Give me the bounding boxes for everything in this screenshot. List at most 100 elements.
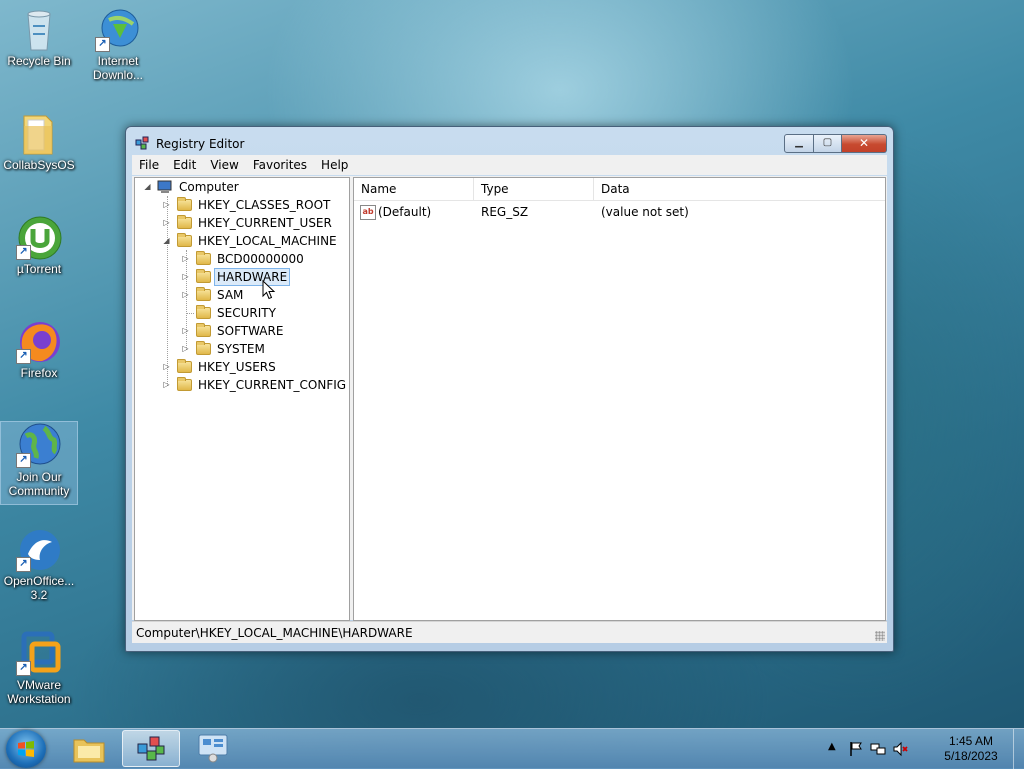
- show-hidden-icons-icon[interactable]: ▲: [828, 741, 844, 757]
- expand-arrow-icon[interactable]: ▷: [162, 214, 171, 232]
- shortcut-arrow-icon: ↗: [16, 661, 31, 676]
- folder-icon: [177, 197, 192, 211]
- value-name: (Default): [378, 205, 432, 219]
- network-icon[interactable]: [870, 741, 886, 757]
- tree-node-software[interactable]: ▷ SOFTWARE: [135, 322, 349, 340]
- desktop-icon-label: Join Our Community: [8, 470, 70, 498]
- tree-node-hkey-current-user[interactable]: ▷ HKEY_CURRENT_USER: [135, 214, 349, 232]
- tree-node-label: HKEY_USERS: [198, 360, 276, 374]
- registry-editor-icon: [135, 135, 151, 151]
- registry-editor-icon: [137, 736, 165, 761]
- tree-node-label: SOFTWARE: [217, 324, 284, 338]
- tree-node-label: Computer: [179, 180, 239, 194]
- folder-icon: [16, 110, 62, 156]
- folder-icon: [177, 359, 192, 373]
- registry-tree[interactable]: ◢ Computer ▷ HKEY_CLASSES_ROOT ▷ HKEY_CU…: [134, 177, 350, 621]
- menu-favorites[interactable]: Favorites: [246, 158, 314, 172]
- show-desktop-button[interactable]: [1013, 729, 1024, 769]
- value-data: (value not set): [601, 205, 689, 219]
- folder-open-icon: [177, 233, 192, 247]
- expand-arrow-icon[interactable]: ▷: [181, 340, 190, 358]
- status-path: Computer\HKEY_LOCAL_MACHINE\HARDWARE: [136, 626, 413, 640]
- internet-download-manager-icon: ↗: [95, 6, 141, 52]
- expand-arrow-icon[interactable]: ▷: [181, 322, 190, 340]
- clock-date: 5/18/2023: [944, 749, 998, 763]
- tree-node-label: SECURITY: [217, 306, 276, 320]
- folder-icon: [196, 251, 211, 265]
- desktop-icon-join-our-community[interactable]: ↗ Join Our Community: [0, 421, 78, 505]
- volume-muted-icon[interactable]: [892, 741, 908, 757]
- tree-node-sam[interactable]: ▷ SAM: [135, 286, 349, 304]
- desktop-icon-openoffice[interactable]: ↗ OpenOffice... 3.2: [1, 526, 77, 602]
- start-button[interactable]: [6, 730, 46, 768]
- column-header-data[interactable]: Data: [594, 178, 884, 200]
- taskbar-registry-editor-button[interactable]: [122, 730, 180, 767]
- expand-arrow-icon[interactable]: ▷: [162, 376, 171, 394]
- vmware-icon: ↗: [16, 630, 62, 676]
- column-header-name[interactable]: Name: [354, 178, 474, 200]
- clock-time: 1:45 AM: [948, 734, 994, 748]
- registry-editor-window: Registry Editor ▁ ▢ ✕ File Edit View Fav…: [125, 126, 894, 652]
- tree-node-label: SYSTEM: [217, 342, 265, 356]
- tree-node-hkey-current-config[interactable]: ▷ HKEY_CURRENT_CONFIG: [135, 376, 349, 394]
- status-bar: Computer\HKEY_LOCAL_MACHINE\HARDWARE: [132, 621, 887, 643]
- tree-node-security[interactable]: SECURITY: [135, 304, 349, 322]
- menu-file[interactable]: File: [132, 158, 166, 172]
- menu-view[interactable]: View: [203, 158, 245, 172]
- expand-arrow-icon[interactable]: ▷: [181, 268, 190, 286]
- system-tray: ▲ 1:45 AM 5/18/2023: [826, 729, 1016, 769]
- collapse-arrow-icon[interactable]: ◢: [162, 232, 171, 250]
- client-area: ◢ Computer ▷ HKEY_CLASSES_ROOT ▷ HKEY_CU…: [132, 176, 887, 621]
- tree-node-hardware[interactable]: ▷ HARDWARE: [135, 268, 349, 286]
- openoffice-icon: ↗: [16, 526, 62, 572]
- folder-icon: [73, 739, 105, 763]
- action-center-flag-icon[interactable]: [848, 741, 864, 757]
- expand-arrow-icon[interactable]: ▷: [181, 250, 190, 268]
- menu-edit[interactable]: Edit: [166, 158, 203, 172]
- tree-node-hkey-users[interactable]: ▷ HKEY_USERS: [135, 358, 349, 376]
- desktop-icon-label: Internet Downlo...: [92, 54, 144, 82]
- tree-node-label: HKEY_CURRENT_CONFIG: [198, 378, 347, 392]
- tree-node-system[interactable]: ▷ SYSTEM: [135, 340, 349, 358]
- collapse-arrow-icon[interactable]: ◢: [143, 178, 152, 196]
- tree-node-hkey-classes-root[interactable]: ▷ HKEY_CLASSES_ROOT: [135, 196, 349, 214]
- desktop-icon-utorrent[interactable]: ↗ µTorrent: [1, 214, 77, 276]
- desktop-icon-internet-download-manager[interactable]: ↗ Internet Downlo...: [80, 6, 156, 82]
- folder-icon: [196, 305, 211, 319]
- column-header-type[interactable]: Type: [474, 178, 594, 200]
- tree-node-computer[interactable]: ◢ Computer: [135, 178, 349, 196]
- close-button[interactable]: ✕: [842, 134, 887, 153]
- tree-node-label: HKEY_CLASSES_ROOT: [198, 198, 331, 212]
- desktop-icon-label: CollabSysOS: [3, 158, 75, 172]
- minimize-button[interactable]: ▁: [784, 134, 814, 153]
- desktop-icon-label: µTorrent: [16, 262, 62, 276]
- shortcut-arrow-icon: ↗: [16, 349, 31, 364]
- menu-bar: File Edit View Favorites Help: [132, 155, 887, 175]
- folder-icon: [196, 341, 211, 355]
- taskbar-control-panel-button[interactable]: [184, 730, 242, 767]
- desktop-icon-label: OpenOffice... 3.2: [3, 574, 75, 602]
- tree-node-hkey-local-machine[interactable]: ◢ HKEY_LOCAL_MACHINE: [135, 232, 349, 250]
- expand-arrow-icon[interactable]: ▷: [181, 286, 190, 304]
- desktop-icon-collabsysos[interactable]: CollabSysOS: [1, 110, 77, 172]
- tree-node-label: BCD00000000: [217, 252, 304, 266]
- taskbar-explorer-button[interactable]: [60, 730, 118, 767]
- table-row[interactable]: ab (Default) REG_SZ (value not set): [354, 202, 885, 222]
- tree-node-label: SAM: [217, 288, 244, 302]
- folder-icon: [196, 269, 211, 283]
- maximize-button[interactable]: ▢: [814, 134, 842, 153]
- values-list[interactable]: Name Type Data ab (Default) REG_SZ (valu…: [353, 177, 886, 621]
- shortcut-arrow-icon: ↗: [95, 37, 110, 52]
- menu-help[interactable]: Help: [314, 158, 355, 172]
- tree-node-bcd00000000[interactable]: ▷ BCD00000000: [135, 250, 349, 268]
- desktop-icon-vmware-workstation[interactable]: ↗ VMware Workstation: [1, 630, 77, 706]
- expand-arrow-icon[interactable]: ▷: [162, 358, 171, 376]
- expand-arrow-icon[interactable]: ▷: [162, 196, 171, 214]
- taskbar-clock[interactable]: 1:45 AM 5/18/2023: [936, 734, 1006, 764]
- desktop-icon-label: Firefox: [20, 366, 58, 380]
- resize-grip-icon[interactable]: [875, 631, 885, 641]
- desktop-icon-firefox[interactable]: ↗ Firefox: [1, 318, 77, 380]
- desktop-icon-label: VMware Workstation: [7, 678, 71, 706]
- desktop-icon-recycle-bin[interactable]: Recycle Bin: [1, 6, 77, 68]
- folder-icon: [196, 323, 211, 337]
